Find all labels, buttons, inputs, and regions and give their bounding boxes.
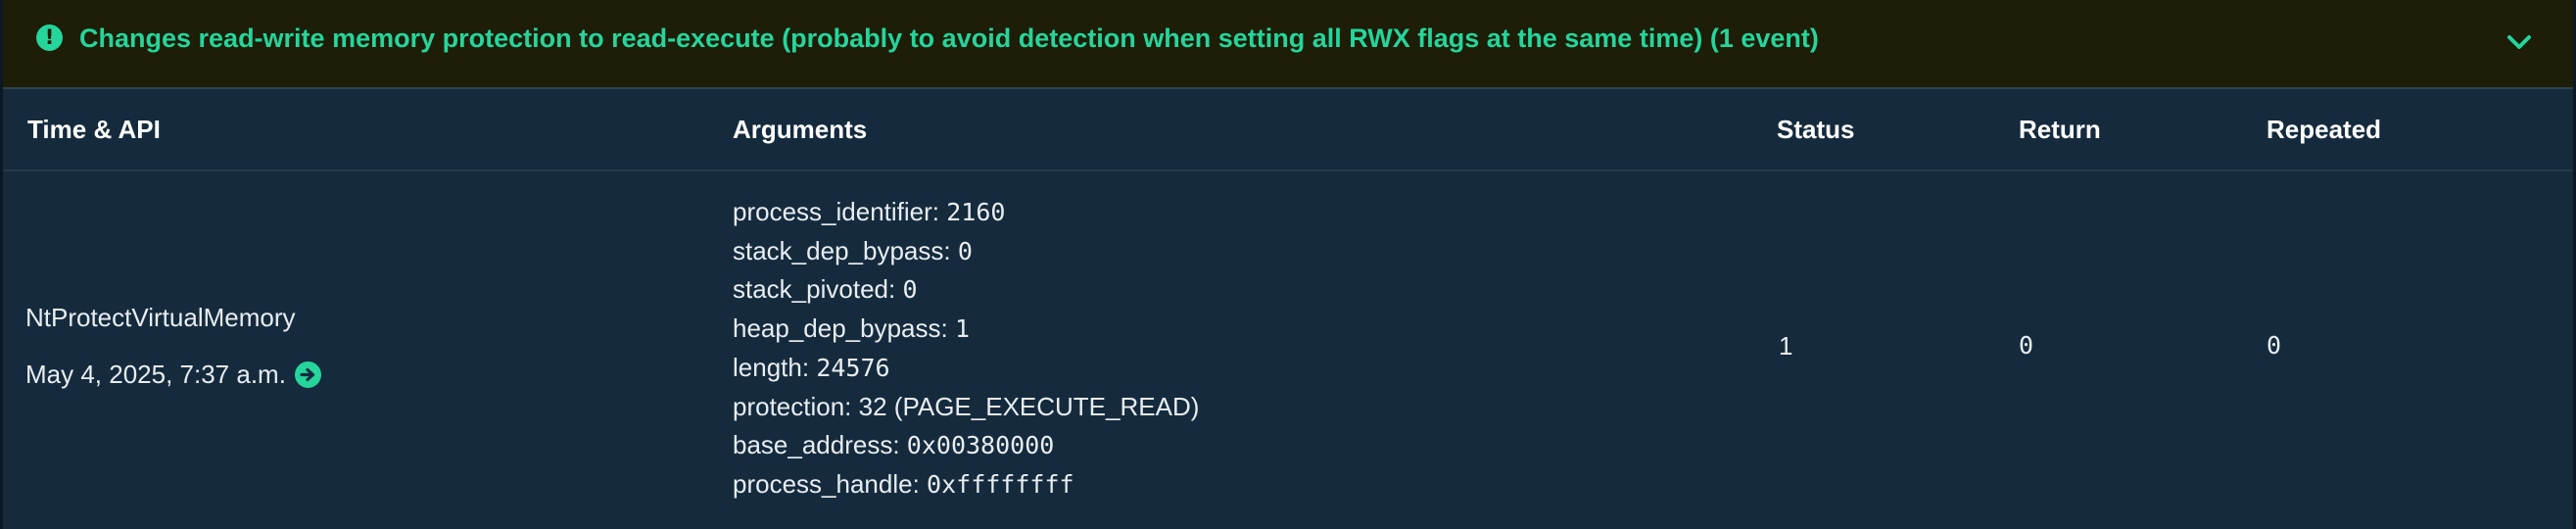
header-time-api: Time & API	[27, 115, 161, 144]
api-name: NtProtectVirtualMemory	[25, 303, 296, 332]
table-row: NtProtectVirtualMemory May 4, 2025, 7:37…	[3, 171, 2573, 529]
argument-item: heap_dep_bypass: 1	[733, 310, 1199, 349]
argument-key: stack_dep_bypass:	[733, 235, 951, 265]
exclamation-circle-icon: !	[36, 24, 63, 51]
argument-item: process_handle: 0xffffffff	[733, 465, 1199, 505]
argument-value: 24576	[816, 353, 890, 382]
argument-value: 0x00380000	[906, 431, 1055, 460]
argument-key: protection:	[733, 391, 852, 421]
argument-value: 1	[954, 314, 971, 344]
signature-banner[interactable]: ! Changes read-write memory protection t…	[3, 0, 2573, 89]
api-call-panel: ! Changes read-write memory protection t…	[0, 0, 2576, 529]
argument-item: process_identifier: 2160	[733, 193, 1199, 232]
chevron-down-icon[interactable]	[2503, 25, 2536, 59]
argument-item: protection: 32 (PAGE_EXECUTE_READ)	[733, 388, 1199, 427]
argument-item: base_address: 0x00380000	[733, 426, 1199, 465]
header-arguments: Arguments	[733, 115, 868, 144]
argument-key: heap_dep_bypass:	[733, 313, 948, 344]
argument-value: 2160	[946, 198, 1006, 226]
argument-item: stack_dep_bypass: 0	[733, 232, 1199, 271]
header-repeated: Repeated	[2266, 115, 2382, 144]
arguments-list: process_identifier: 2160 stack_dep_bypas…	[733, 193, 1199, 505]
argument-key: stack_pivoted:	[733, 274, 896, 305]
argument-value: 0xffffffff	[927, 469, 1074, 499]
return-value: 0	[2019, 331, 2034, 360]
header-return: Return	[2019, 115, 2101, 144]
argument-value: 32 (PAGE_EXECUTE_READ)	[858, 391, 1200, 421]
header-status: Status	[1777, 115, 1855, 144]
argument-key: process_handle:	[733, 468, 920, 499]
argument-value: 0	[902, 275, 918, 305]
signature-title: Changes read-write memory protection to …	[79, 24, 1819, 53]
argument-item: length: 24576	[733, 349, 1199, 388]
table-header: Time & API Arguments Status Return Repea…	[3, 89, 2573, 171]
argument-key: length:	[733, 352, 810, 382]
argument-value: 0	[957, 236, 973, 265]
argument-key: process_identifier:	[733, 197, 939, 226]
event-time: May 4, 2025, 7:37 a.m.	[25, 360, 321, 390]
repeated-value: 0	[2266, 331, 2282, 360]
argument-key: base_address:	[733, 430, 900, 460]
argument-item: stack_pivoted: 0	[733, 270, 1199, 310]
status-value: 1	[1779, 331, 1793, 361]
arrow-circle-right-icon[interactable]	[294, 361, 321, 388]
event-time-text: May 4, 2025, 7:37 a.m.	[25, 360, 286, 389]
